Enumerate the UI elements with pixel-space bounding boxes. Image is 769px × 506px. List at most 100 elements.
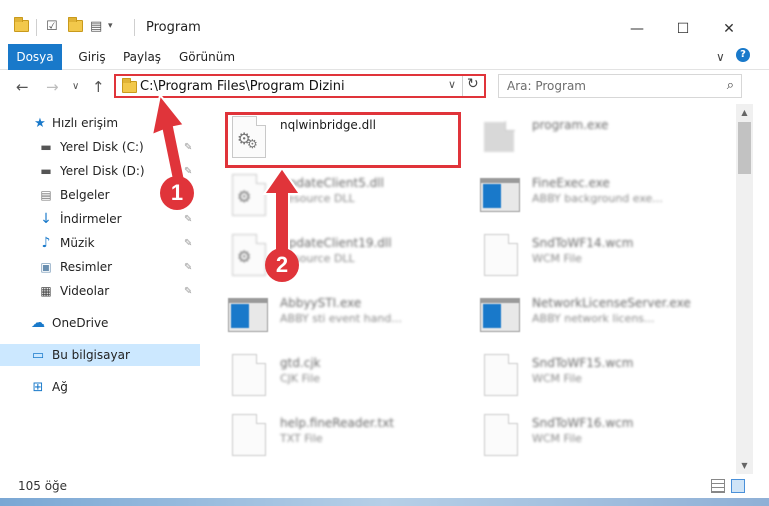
ribbon-tabs: Dosya Giriş Paylaş Görünüm ∨ — [0, 44, 769, 100]
computer-icon: ▭ — [31, 347, 45, 363]
sidebar-item-this-pc[interactable]: ▭ Bu bilgisayar — [0, 344, 200, 366]
search-input[interactable]: Ara: Program ⌕ — [498, 74, 742, 98]
search-icon[interactable]: ⌕ — [727, 78, 734, 93]
file-icon — [228, 414, 272, 458]
file-icon — [480, 354, 524, 398]
pin-icon[interactable]: ✎ — [184, 214, 192, 225]
file-item[interactable]: SndToWF16.wcm WCM File — [480, 410, 720, 466]
sidebar-item-label: Ağ — [52, 380, 68, 394]
scroll-thumb[interactable] — [738, 122, 751, 174]
file-type: ABBY sti event hand... — [280, 312, 402, 325]
large-icons-view-icon[interactable] — [731, 479, 745, 493]
scroll-up-icon[interactable]: ▲ — [736, 104, 753, 121]
file-type: ABBY background exe... — [532, 192, 663, 205]
help-icon[interactable]: ? — [736, 48, 750, 62]
star-icon: ★ — [34, 115, 46, 131]
file-item[interactable]: gtd.cjk CJK File — [228, 350, 468, 406]
file-icon — [480, 414, 524, 458]
sidebar-item-label: Müzik — [60, 236, 95, 250]
file-highlight-box — [225, 112, 461, 168]
forward-button[interactable]: → — [46, 78, 59, 96]
sidebar-item-label: Resimler — [60, 260, 113, 274]
cloud-icon: ☁ — [31, 315, 45, 331]
file-type: ABBY network licens... — [532, 312, 655, 325]
file-type: WCM File — [532, 372, 582, 385]
status-bar: 105 öğe — [0, 474, 769, 498]
file-item[interactable]: AbbyySTI.exe ABBY sti event hand... — [228, 290, 468, 346]
sidebar-item-onedrive[interactable]: ☁ OneDrive — [0, 312, 200, 334]
vertical-scrollbar[interactable]: ▲ ▼ — [736, 104, 753, 474]
scroll-down-icon[interactable]: ▼ — [736, 457, 753, 474]
properties-icon[interactable]: ☑ — [46, 17, 58, 35]
address-divider — [462, 76, 463, 96]
file-icon — [480, 234, 524, 278]
folder-icon[interactable] — [14, 17, 29, 35]
sidebar-item-music[interactable]: ♪ Müzik ✎ — [0, 232, 200, 254]
file-item[interactable]: program.exe — [480, 112, 720, 168]
documents-icon: ▤ — [40, 188, 52, 202]
drive-icon: ▬ — [40, 140, 52, 154]
sidebar-item-label: OneDrive — [52, 316, 109, 330]
sidebar-item-network[interactable]: ⊞ Ağ — [0, 376, 200, 398]
file-type: CJK File — [280, 372, 321, 385]
tab-share[interactable]: Paylaş — [120, 44, 164, 70]
music-icon: ♪ — [41, 235, 51, 251]
pin-icon[interactable]: ✎ — [184, 238, 192, 249]
tab-home[interactable]: Giriş — [72, 44, 112, 70]
up-button[interactable]: ↑ — [92, 78, 105, 96]
app-icon — [228, 294, 272, 338]
file-item[interactable]: SndToWF15.wcm WCM File — [480, 350, 720, 406]
file-icon — [228, 354, 272, 398]
address-dropdown-icon[interactable]: ∨ — [448, 78, 456, 91]
sidebar-item-pictures[interactable]: ▣ Resimler ✎ — [0, 256, 200, 278]
sidebar-item-label: Yerel Disk (C:) — [60, 140, 144, 154]
file-name: gtd.cjk — [280, 356, 321, 370]
close-button[interactable]: ✕ — [706, 14, 752, 44]
file-name: SndToWF15.wcm — [532, 356, 634, 370]
file-type: WCM File — [532, 252, 582, 265]
file-item[interactable]: NetworkLicenseServer.exe ABBY network li… — [480, 290, 720, 346]
network-icon: ⊞ — [32, 379, 44, 395]
file-name: help.fineReader.txt — [280, 416, 394, 430]
downloads-icon: ↓ — [40, 211, 52, 227]
refresh-icon[interactable]: ↻ — [467, 76, 479, 92]
step-badge-2: 2 — [265, 248, 299, 282]
file-name: program.exe — [532, 118, 609, 132]
expand-ribbon-icon[interactable]: ∨ — [716, 50, 725, 64]
sidebar-item-label: Yerel Disk (D:) — [60, 164, 145, 178]
customize-toolbar-icon[interactable]: ▤ — [90, 17, 102, 35]
sidebar-item-label: Videolar — [60, 284, 110, 298]
tab-view[interactable]: Görünüm — [176, 44, 238, 70]
file-item[interactable]: help.fineReader.txt TXT File — [228, 410, 468, 466]
file-item[interactable]: FineExec.exe ABBY background exe... — [480, 170, 720, 226]
file-item[interactable]: SndToWF14.wcm WCM File — [480, 230, 720, 286]
maximize-button[interactable]: ☐ — [660, 14, 706, 44]
sidebar-item-videos[interactable]: ▦ Videolar ✎ — [0, 280, 200, 302]
pin-icon[interactable]: ✎ — [184, 262, 192, 273]
sidebar-item-downloads[interactable]: ↓ İndirmeler ✎ — [0, 208, 200, 230]
new-folder-icon[interactable] — [68, 17, 83, 35]
file-name: SndToWF16.wcm — [532, 416, 634, 430]
details-view-icon[interactable] — [711, 479, 725, 493]
title-divider — [134, 19, 135, 36]
file-name: FineExec.exe — [532, 176, 610, 190]
file-name: AbbyySTI.exe — [280, 296, 362, 310]
pin-icon[interactable]: ✎ — [184, 286, 192, 297]
sidebar-item-label: Belgeler — [60, 188, 110, 202]
chevron-down-icon[interactable]: ▾ — [108, 17, 113, 35]
pictures-icon: ▣ — [40, 260, 52, 274]
navigation-bar: ← → ∨ ↑ C:\Program Files\Program Dizini … — [0, 70, 769, 104]
sidebar-item-label: Hızlı erişim — [52, 116, 119, 130]
back-button[interactable]: ← — [16, 78, 29, 96]
exe-icon — [480, 116, 524, 160]
minimize-button[interactable]: — — [614, 14, 660, 44]
arrow-2-icon — [262, 168, 302, 257]
search-placeholder: Ara: Program — [507, 79, 586, 93]
title-bar: ☑ ▤ ▾ Program — ☐ ✕ — [0, 0, 769, 44]
recent-locations-button[interactable]: ∨ — [72, 81, 79, 92]
file-type: WCM File — [532, 432, 582, 445]
videos-icon: ▦ — [40, 284, 52, 298]
address-path[interactable]: C:\Program Files\Program Dizini — [140, 79, 345, 94]
window-title: Program — [146, 20, 201, 35]
app-icon — [480, 294, 524, 338]
